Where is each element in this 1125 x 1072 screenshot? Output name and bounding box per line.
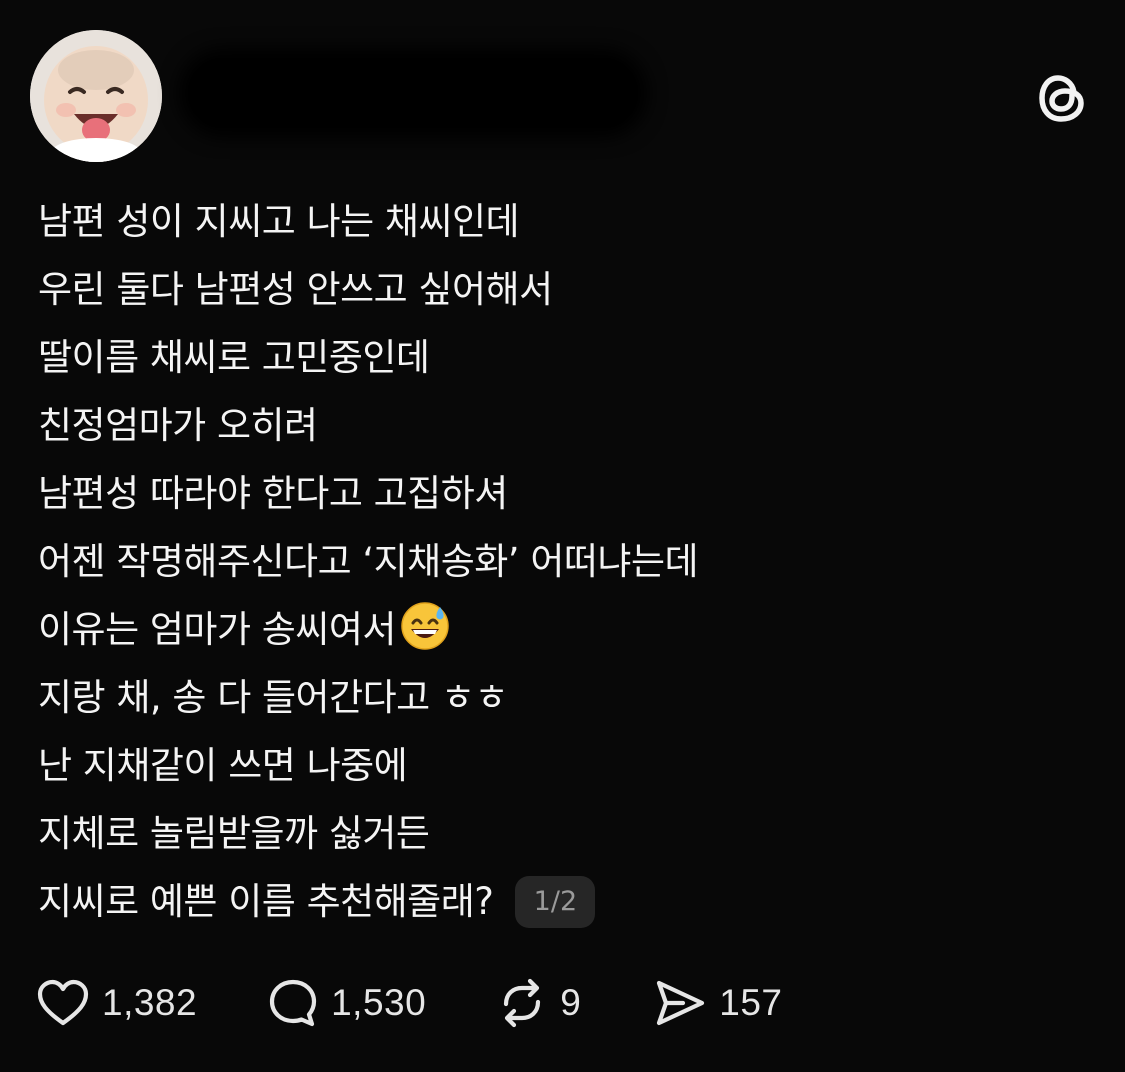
post-line: 우린 둘다 남편성 안쓰고 싶어해서 <box>38 268 553 311</box>
like-count: 1,382 <box>102 982 198 1023</box>
like-button[interactable]: 1,382 <box>36 979 197 1027</box>
baby-avatar-image <box>30 30 162 162</box>
share-button[interactable]: 157 <box>653 977 782 1029</box>
repost-icon <box>496 977 548 1029</box>
avatar[interactable] <box>30 30 162 162</box>
reply-button[interactable]: 1,530 <box>267 977 426 1029</box>
post-line-last: 지씨로 예쁜 이름 추천해줄래? 1/2 <box>38 868 1098 936</box>
post-line: 남편성 따라야 한다고 고집하셔 <box>38 472 508 515</box>
speech-bubble-icon <box>267 977 319 1029</box>
post-line: 남편 성이 지씨고 나는 채씨인데 <box>38 200 520 243</box>
threads-post: 남편 성이 지씨고 나는 채씨인데 우린 둘다 남편성 안쓰고 싶어해서 딸이름… <box>0 0 1125 1072</box>
repost-count: 9 <box>560 982 582 1023</box>
post-line: 난 지채같이 쓰면 나중에 <box>38 744 408 787</box>
heart-icon <box>36 979 90 1027</box>
post-line: 친정엄마가 오히려 <box>38 404 318 447</box>
page-indicator-badge: 1/2 <box>515 876 596 928</box>
post-line-with-emoji: 이유는 엄마가 송씨여서 <box>38 596 1098 664</box>
reply-count: 1,530 <box>331 982 427 1023</box>
post-line: 어젠 작명해주신다고 ‘지채송화’ 어떠냐는데 <box>38 540 699 583</box>
post-line: 지랑 채, 송 다 들어간다고 ㅎㅎ <box>38 676 509 719</box>
post-line-text: 이유는 엄마가 송씨여서 <box>38 608 396 651</box>
username-redacted <box>188 58 638 128</box>
repost-button[interactable]: 9 <box>496 977 581 1029</box>
grinning-sweat-emoji-icon <box>400 601 450 651</box>
share-count: 157 <box>719 982 783 1023</box>
post-line: 딸이름 채씨로 고민중인데 <box>38 336 430 379</box>
threads-logo-icon[interactable] <box>1036 70 1088 126</box>
post-line-text: 지씨로 예쁜 이름 추천해줄래? <box>38 880 494 923</box>
post-body: 남편 성이 지씨고 나는 채씨인데 우린 둘다 남편성 안쓰고 싶어해서 딸이름… <box>38 188 1098 936</box>
post-line: 지체로 놀림받을까 싫거든 <box>38 812 430 855</box>
send-icon <box>653 977 707 1029</box>
action-bar: 1,382 1,530 9 157 <box>36 975 853 1031</box>
